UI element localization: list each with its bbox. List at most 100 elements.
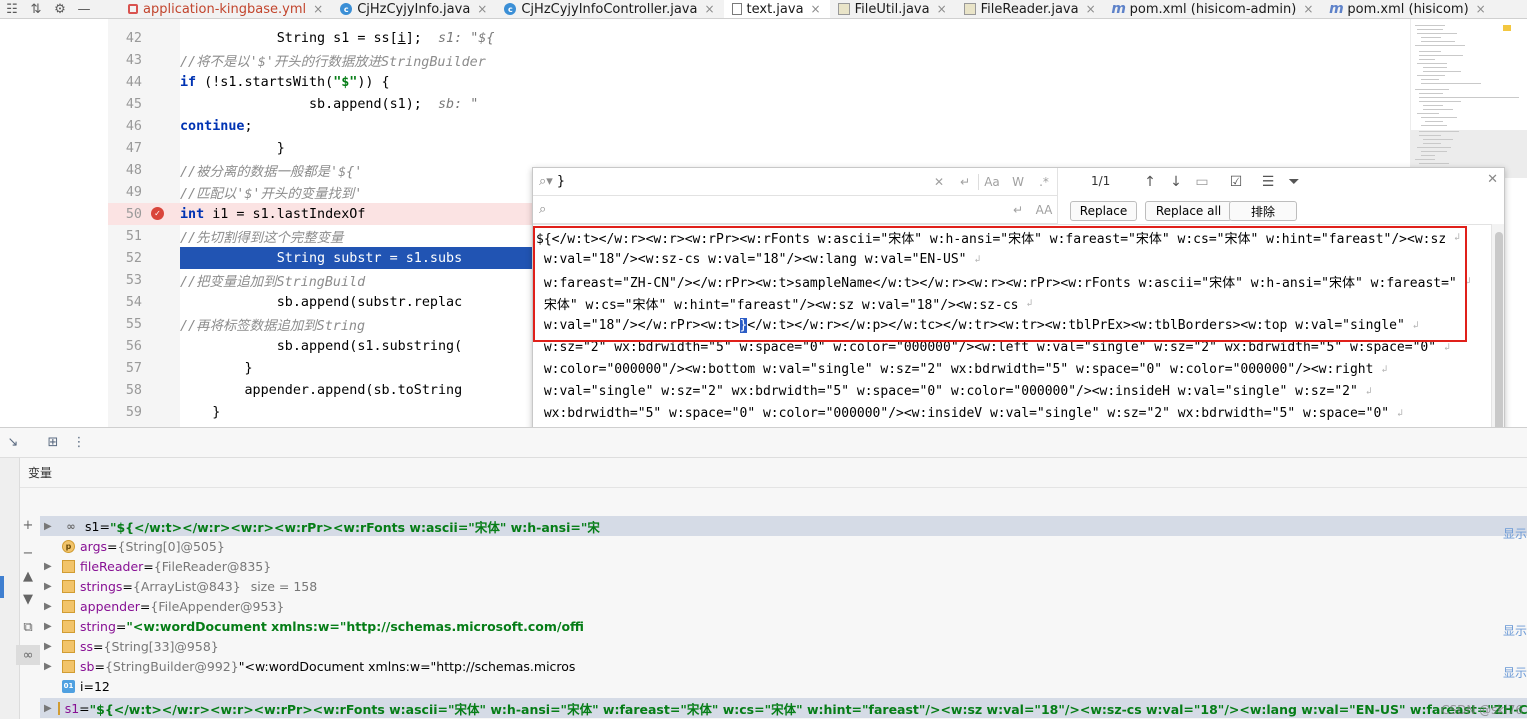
expand-icon[interactable]: ▶ bbox=[44, 601, 56, 612]
replace-search-icon[interactable]: ⌕ bbox=[533, 202, 557, 217]
tab-4[interactable]: FileUtil.java × bbox=[830, 0, 956, 18]
replace-all-button[interactable]: Replace all bbox=[1145, 201, 1232, 221]
equals-sign: = bbox=[79, 700, 90, 716]
tab-3[interactable]: text.java × bbox=[723, 0, 830, 18]
find-preview-line[interactable]: w:fareast="ZH-CN"/></w:rPr><w:t>sampleNa… bbox=[536, 270, 1471, 292]
add-watch-icon[interactable]: + bbox=[16, 515, 40, 535]
variable-row[interactable]: ▶ ss = {String[33]@958} bbox=[40, 636, 1527, 656]
close-tab-icon[interactable]: × bbox=[313, 2, 323, 16]
replace-newline-icon[interactable]: ↵ bbox=[1005, 203, 1031, 217]
minimize-icon[interactable]: — bbox=[72, 0, 96, 18]
more-icon[interactable]: ⋮ bbox=[66, 432, 92, 454]
expand-icon[interactable]: ▶ bbox=[44, 581, 56, 592]
copy-icon[interactable]: ⧉ bbox=[16, 617, 40, 637]
line-number: 44 bbox=[125, 74, 142, 90]
minimap-line bbox=[1419, 55, 1463, 56]
find-preview-line[interactable]: ${</w:t></w:r><w:r><w:rPr><w:rFonts w:as… bbox=[536, 226, 1460, 248]
search-icon[interactable]: ⌕▾ bbox=[533, 174, 557, 189]
code-line[interactable]: //将不是以'$'开头的行数据放进StringBuilder bbox=[180, 49, 1410, 71]
tab-6[interactable]: m pom.xml (hisicom-admin) × bbox=[1105, 0, 1323, 18]
expand-icon[interactable]: ▶ bbox=[44, 641, 56, 652]
preserve-case-icon[interactable]: AA bbox=[1031, 203, 1057, 217]
find-field-row[interactable]: ⌕▾ } ✕ ↵ Aa W .* bbox=[533, 168, 1057, 196]
expand-icon[interactable]: ▶ bbox=[44, 521, 56, 532]
breakpoint-icon[interactable]: ✓ bbox=[151, 207, 164, 220]
find-preview-line[interactable]: 宋体" w:cs="宋体" w:hint="fareast"/><w:sz w:… bbox=[536, 292, 1033, 314]
collapse-icon[interactable]: ☷ bbox=[0, 0, 24, 18]
close-tab-icon[interactable]: × bbox=[811, 2, 821, 16]
minimap-line bbox=[1421, 41, 1455, 42]
variable-row[interactable]: ▶ string = "<w:wordDocument xmlns:w="http… bbox=[40, 616, 1527, 636]
options-icon[interactable]: ☰ bbox=[1257, 172, 1279, 192]
code-line[interactable]: sb.append(s1); sb: " bbox=[180, 93, 1410, 115]
find-preview-line[interactable]: w:val="18"/><w:sz-cs w:val="18"/><w:lang… bbox=[536, 248, 981, 270]
variable-row[interactable]: p args = {String[0]@505} bbox=[40, 536, 1527, 556]
equals-sign: = bbox=[93, 638, 104, 654]
code-line[interactable]: } bbox=[180, 137, 1410, 159]
replace-button[interactable]: Replace bbox=[1070, 201, 1137, 221]
move-up-icon[interactable]: ▲ bbox=[16, 566, 40, 586]
variable-row[interactable]: 01 i = 12 bbox=[40, 676, 1527, 696]
tab-5[interactable]: FileReader.java × bbox=[956, 0, 1105, 18]
expand-icon[interactable]: ▶ bbox=[44, 661, 56, 672]
replace-field-row[interactable]: ⌕ ↵ AA bbox=[533, 196, 1057, 224]
regex-icon[interactable]: .* bbox=[1031, 175, 1057, 189]
close-icon[interactable]: ✕ bbox=[1487, 172, 1498, 187]
tab-label: pom.xml (hisicom-admin) bbox=[1129, 1, 1297, 17]
variable-row[interactable]: ▶ strings = {ArrayList@843} size = 158 bbox=[40, 576, 1527, 596]
newline-icon[interactable]: ↵ bbox=[952, 175, 978, 189]
close-tab-icon[interactable]: × bbox=[704, 2, 714, 16]
move-down-icon[interactable]: ▼ bbox=[16, 589, 40, 609]
close-tab-icon[interactable]: × bbox=[1303, 2, 1313, 16]
step-icon[interactable]: ↘ bbox=[0, 432, 26, 454]
glasses-icon[interactable]: ∞ bbox=[16, 645, 40, 665]
code-line[interactable]: if (!s1.startsWith("$")) { bbox=[180, 71, 1410, 93]
expand-icon[interactable]: ▶ bbox=[44, 561, 56, 572]
code-line[interactable]: String s1 = ss[i]; s1: "${ bbox=[180, 27, 1410, 49]
close-tab-icon[interactable]: × bbox=[937, 2, 947, 16]
find-preview-text: w:val="18"/></w:rPr><w:t>}</w:t></w:r></… bbox=[536, 317, 1405, 333]
next-match-icon[interactable]: ↓ bbox=[1165, 172, 1187, 192]
expand-icon[interactable]: ▶ bbox=[44, 621, 56, 632]
tab-7[interactable]: m pom.xml (hisicom) × bbox=[1322, 0, 1494, 18]
variable-row[interactable]: ▶ fileReader = {FileReader@835} bbox=[40, 556, 1527, 576]
close-tab-icon[interactable]: × bbox=[477, 2, 487, 16]
clear-icon[interactable]: ✕ bbox=[926, 175, 952, 189]
variable-row[interactable]: ▶ sb = {StringBuilder@992} "<w:wordDocume… bbox=[40, 656, 1527, 676]
variable-row[interactable]: ▶ s1 = "${</w:t></w:r><w:r><w:rPr><w:rFon… bbox=[40, 698, 1527, 718]
exclude-button[interactable]: 排除 bbox=[1229, 201, 1297, 221]
show-link[interactable]: 显示 bbox=[1503, 664, 1527, 681]
remove-watch-icon[interactable]: − bbox=[16, 543, 40, 563]
close-tab-icon[interactable]: × bbox=[1476, 2, 1486, 16]
match-case-icon[interactable]: Aa bbox=[979, 175, 1005, 189]
soft-wrap-icon: ↲ bbox=[1381, 363, 1388, 375]
tab-0[interactable]: application-kingbase.yml × bbox=[120, 0, 332, 18]
show-link[interactable]: 显示 bbox=[1503, 622, 1527, 639]
variable-row[interactable]: ▶ appender = {FileAppender@953} bbox=[40, 596, 1527, 616]
variable-name: s1 bbox=[85, 518, 100, 534]
find-preview-line[interactable]: w:val="18"/></w:rPr><w:t>}</w:t></w:r></… bbox=[536, 314, 1419, 336]
table-view-icon[interactable]: ⊞ bbox=[40, 432, 66, 454]
find-preview-line[interactable]: w:sz="2" wx:bdrwidth="5" w:space="0" w:c… bbox=[536, 336, 1450, 358]
scroll-icon[interactable]: ⇅ bbox=[24, 0, 48, 18]
gear-icon[interactable]: ⚙ bbox=[48, 0, 72, 18]
close-tab-icon[interactable]: × bbox=[1086, 2, 1096, 16]
filter-select-icon[interactable]: ☑ bbox=[1225, 172, 1247, 192]
tab-1[interactable]: c CjHzCyjyInfo.java × bbox=[332, 0, 496, 18]
whole-words-icon[interactable]: W bbox=[1005, 175, 1031, 189]
code-line[interactable]: continue; bbox=[180, 115, 1410, 137]
filter-icon[interactable]: ⏷ bbox=[1283, 172, 1305, 192]
find-preview-line[interactable]: w:color="000000"/><w:bottom w:val="singl… bbox=[536, 358, 1388, 380]
maven-icon: m bbox=[1111, 1, 1126, 17]
variable-row[interactable]: ▶ ∞ s1 = "${</w:t></w:r><w:r><w:rPr><w:rFo… bbox=[40, 516, 1527, 536]
tab-2[interactable]: c CjHzCyjyInfoController.java × bbox=[496, 0, 723, 18]
show-link[interactable]: 显示 bbox=[1503, 525, 1527, 542]
find-input[interactable]: } bbox=[557, 174, 926, 189]
minimap-line bbox=[1419, 59, 1435, 60]
prev-match-icon[interactable]: ↑ bbox=[1139, 172, 1161, 192]
expand-icon[interactable]: ▶ bbox=[44, 703, 52, 714]
select-all-icon[interactable]: ▭ bbox=[1191, 172, 1213, 192]
find-preview-line[interactable]: wx:bdrwidth="5" w:space="0" w:color="000… bbox=[536, 402, 1403, 424]
minimap-line bbox=[1423, 71, 1461, 72]
find-preview-line[interactable]: w:val="single" w:sz="2" wx:bdrwidth="5" … bbox=[536, 380, 1372, 402]
